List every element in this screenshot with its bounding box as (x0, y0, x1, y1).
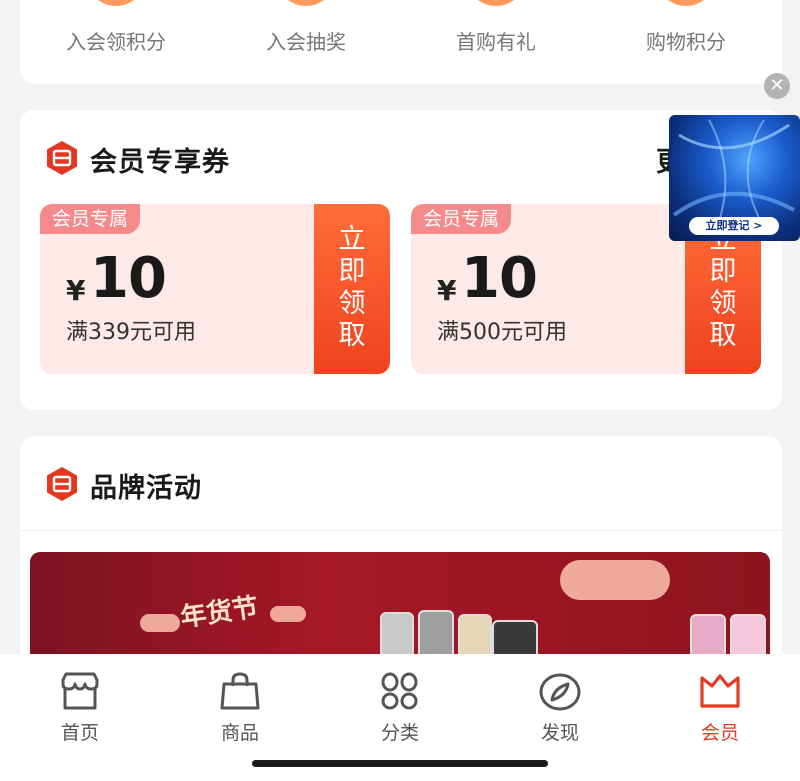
compass-icon (539, 673, 581, 711)
store-icon (61, 672, 99, 710)
coupon-card: 会员专属 ¥ 10 满339元可用 立 即 领 取 (40, 204, 390, 374)
coupon-amount: 10 (90, 246, 167, 311)
claim-char: 领 (709, 288, 737, 319)
divider (20, 530, 782, 531)
claim-char: 取 (338, 320, 366, 351)
coupon-tag: 会员专属 (411, 204, 512, 234)
section-title: 会员专享券 (90, 147, 230, 178)
grid-icon (381, 672, 418, 710)
bag-icon (220, 672, 260, 710)
tab-label: 会员 (700, 722, 739, 744)
coupon-amount: 10 (461, 246, 538, 311)
tab-products[interactable]: 商品 (180, 672, 300, 745)
tab-label: 发现 (540, 722, 579, 744)
benefit-label: 购物积分 (646, 30, 726, 54)
ad-register-button[interactable]: 立即登记 > (689, 217, 779, 235)
claim-button[interactable]: 立 即 领 取 (314, 204, 390, 374)
ticket-icon (47, 467, 77, 501)
currency-symbol: ¥ (66, 274, 86, 307)
home-indicator[interactable] (252, 760, 548, 767)
banner-title: 年货节 (178, 592, 261, 634)
tab-categories[interactable]: 分类 (340, 672, 460, 745)
coupon-section: 会员专享券 更 会员专属 ¥ 10 满339元可用 立 即 领 取 会员专属 ¥… (20, 110, 782, 410)
claim-char: 立 (338, 224, 366, 255)
benefit-icon (466, 0, 526, 6)
benefits-card: 入会领积分 入会抽奖 首购有礼 购物积分 (20, 0, 782, 84)
tab-member[interactable]: 会员 (660, 672, 780, 745)
claim-char: 取 (709, 320, 737, 351)
cloud-decoration (270, 606, 306, 622)
benefit-label: 入会领积分 (66, 30, 166, 54)
tab-label: 商品 (220, 722, 259, 744)
benefit-label: 首购有礼 (456, 30, 536, 54)
claim-char: 领 (338, 288, 366, 319)
coupon-condition: 满339元可用 (66, 320, 196, 345)
coupon-tag: 会员专属 (40, 204, 141, 234)
benefit-icon (86, 0, 146, 6)
crown-icon (700, 674, 740, 708)
close-icon[interactable]: ✕ (764, 73, 790, 99)
coupon-condition: 满500元可用 (437, 320, 567, 345)
benefit-icon (656, 0, 716, 6)
floating-ad[interactable]: 立即登记 > (669, 115, 800, 241)
tab-label: 分类 (380, 722, 419, 744)
section-title: 品牌活动 (90, 473, 202, 504)
tab-discover[interactable]: 发现 (500, 672, 620, 745)
claim-char: 即 (338, 256, 366, 287)
benefit-label: 入会抽奖 (266, 30, 346, 54)
benefit-icon (276, 0, 336, 6)
currency-symbol: ¥ (437, 274, 457, 307)
tab-label: 首页 (60, 722, 99, 744)
claim-char: 即 (709, 256, 737, 287)
ticket-icon (47, 141, 77, 175)
cloud-decoration (140, 614, 180, 632)
cloud-decoration (560, 560, 670, 600)
tab-home[interactable]: 首页 (20, 672, 140, 745)
